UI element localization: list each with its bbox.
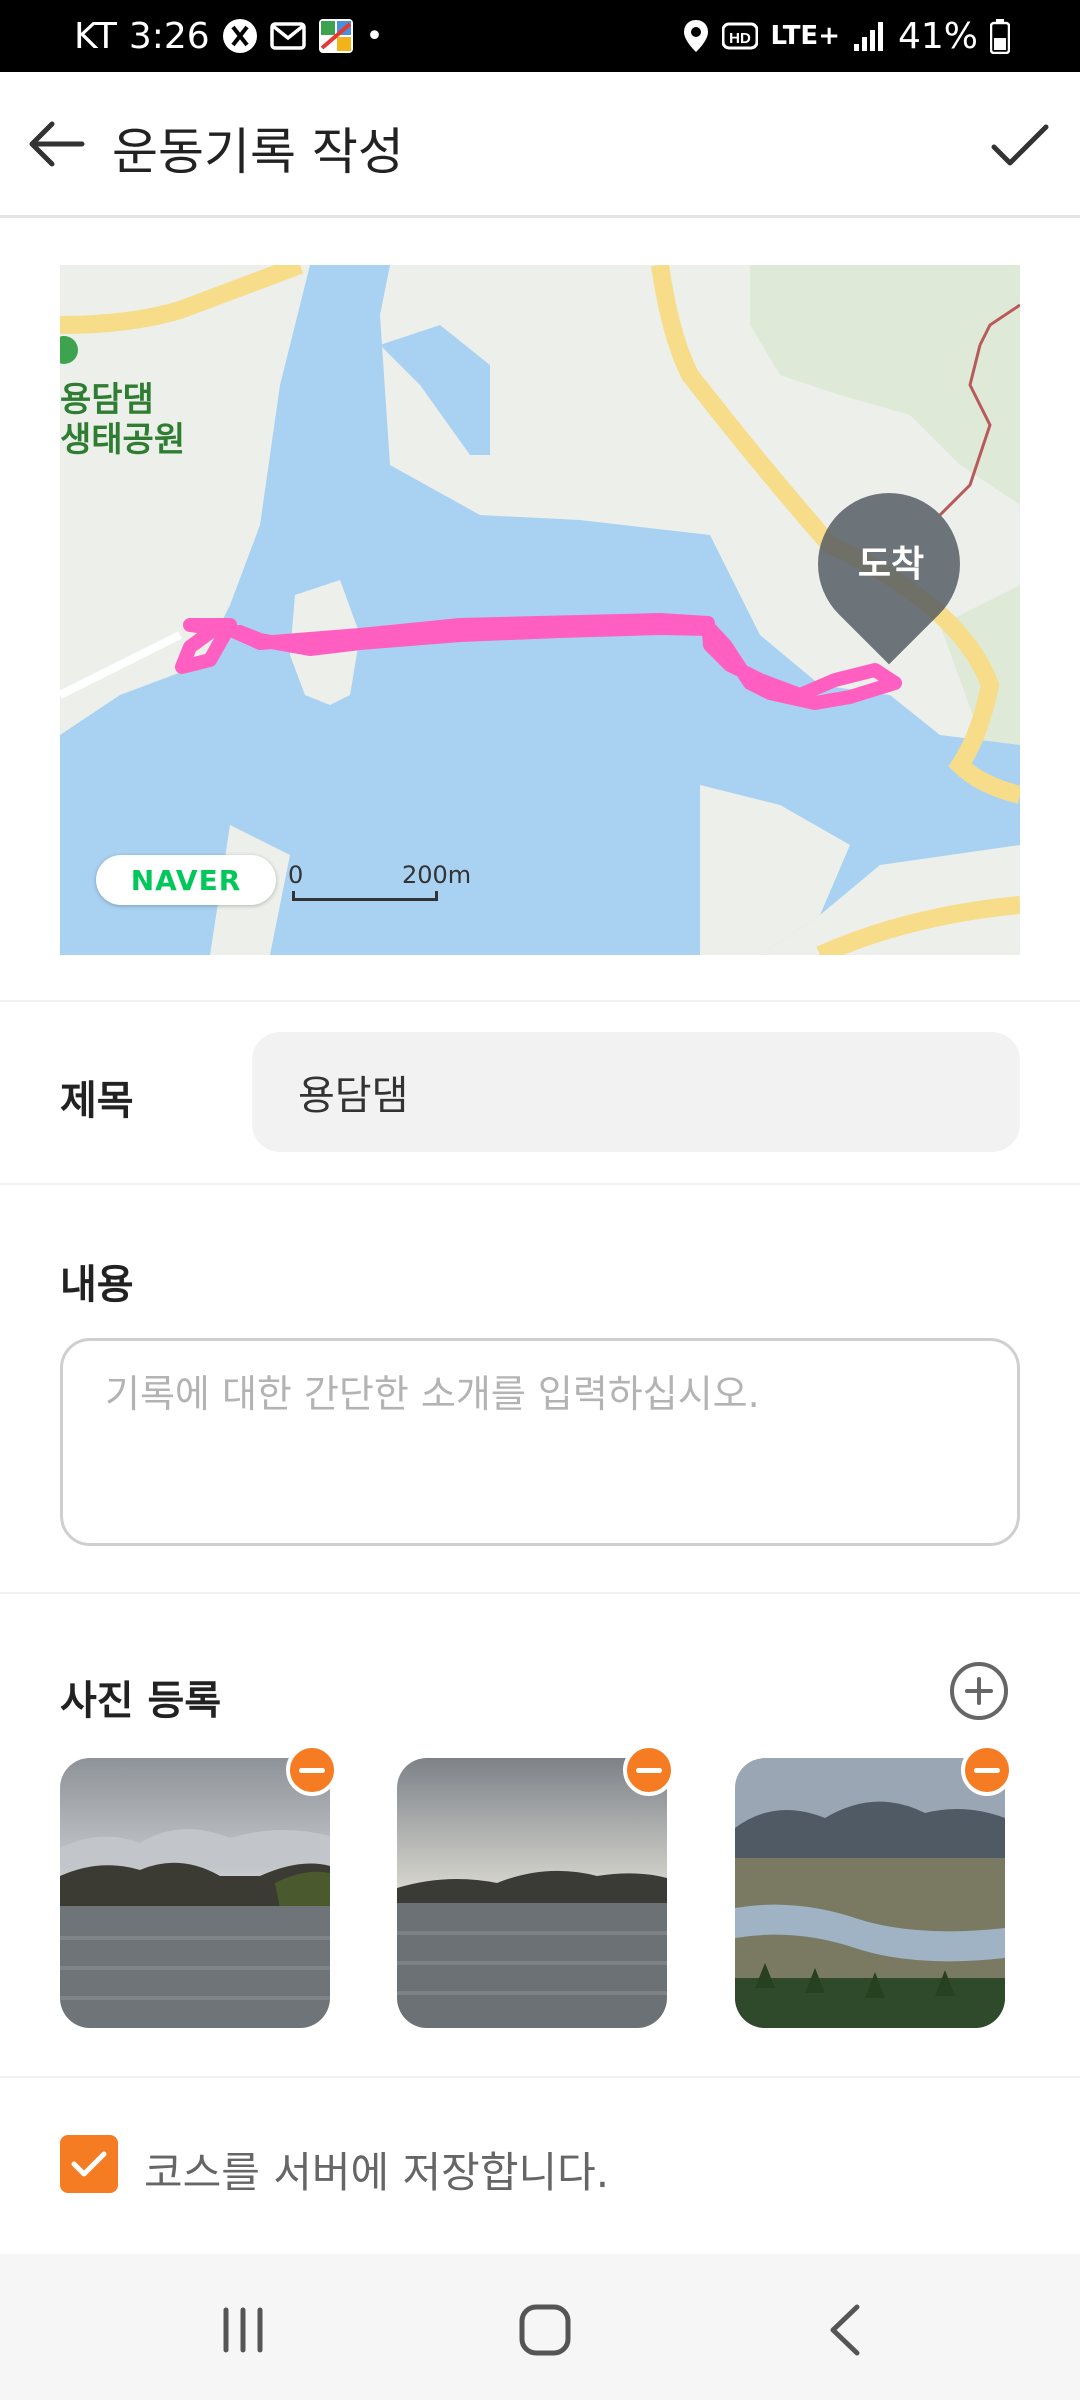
photo-thumbnail-2[interactable]	[397, 1758, 667, 2028]
scale-line	[292, 891, 438, 901]
content-textarea[interactable]: 기록에 대한 간단한 소개를 입력하십시오.	[60, 1338, 1020, 1546]
app-bar: 운동기록 작성	[0, 72, 1080, 218]
content-label: 내용	[60, 1262, 134, 1308]
photos-label: 사진 등록	[60, 1678, 222, 1724]
plus-icon	[965, 1677, 993, 1705]
save-course-label: 코스를 서버에 저장합니다.	[144, 2148, 610, 2197]
page-title: 운동기록 작성	[112, 123, 404, 181]
scale-distance-label: 200m	[402, 861, 472, 889]
naver-logo: NAVER	[96, 855, 276, 905]
battery-percent: 41%	[897, 15, 978, 57]
map-area-label-line2: 생태공원	[60, 420, 186, 460]
photo-image	[397, 1758, 667, 2028]
app-notification-icon	[222, 18, 258, 54]
map-area-label-line1: 용담댐	[60, 380, 154, 420]
chevron-left-icon	[830, 2304, 860, 2356]
photo-thumbnail-1[interactable]	[60, 1758, 330, 2028]
svg-text:HD: HD	[730, 30, 752, 47]
divider	[0, 1000, 1080, 1002]
scale-start-label: 0	[288, 861, 304, 889]
minus-icon	[299, 1767, 325, 1773]
more-notifications-dot: •	[365, 18, 384, 54]
remove-photo-button-1[interactable]	[286, 1744, 338, 1796]
arrival-marker-label: 도착	[857, 544, 925, 585]
photo-thumbnail-3[interactable]	[735, 1758, 1005, 2028]
photo-image	[735, 1758, 1005, 2028]
minus-icon	[974, 1767, 1000, 1773]
add-photo-button[interactable]	[950, 1662, 1008, 1720]
hd-voice-icon: HD	[722, 21, 759, 51]
battery-icon	[990, 18, 1010, 54]
system-back-button[interactable]	[800, 2290, 890, 2370]
photo-image	[60, 1758, 330, 2028]
checkmark-icon	[991, 124, 1049, 166]
map-scale-bar: 0 200m	[288, 861, 471, 901]
signal-icon	[852, 20, 886, 52]
back-button[interactable]	[20, 108, 92, 180]
clock: 3:26	[128, 15, 210, 57]
maps-app-icon	[318, 18, 354, 54]
remove-photo-button-3[interactable]	[961, 1744, 1013, 1796]
home-button[interactable]	[500, 2290, 590, 2370]
status-bar: KT 3:26 • HD LTE+ 41%	[0, 0, 1080, 72]
check-icon	[71, 2151, 107, 2177]
remove-photo-button-2[interactable]	[623, 1744, 675, 1796]
location-icon	[682, 18, 710, 54]
minus-icon	[636, 1767, 662, 1773]
recent-apps-button[interactable]	[198, 2290, 288, 2370]
home-icon	[519, 2304, 571, 2356]
route-map[interactable]: 용담댐 생태공원 도착 NAVER 0 200m	[60, 265, 1020, 955]
network-type: LTE+	[770, 21, 840, 51]
mail-icon	[269, 21, 306, 51]
divider	[0, 1183, 1080, 1185]
title-label: 제목	[60, 1078, 134, 1124]
arrow-left-icon	[29, 121, 85, 167]
map-area-label: 용담댐 생태공원	[60, 380, 185, 460]
confirm-button[interactable]	[980, 106, 1060, 186]
title-input[interactable]: 용담댐	[252, 1032, 1020, 1152]
system-nav-bar	[0, 2254, 1080, 2400]
divider	[0, 1592, 1080, 1594]
recent-apps-icon	[223, 2307, 263, 2353]
carrier-label: KT	[74, 15, 117, 57]
save-course-checkbox[interactable]	[60, 2135, 118, 2193]
divider	[0, 2076, 1080, 2078]
